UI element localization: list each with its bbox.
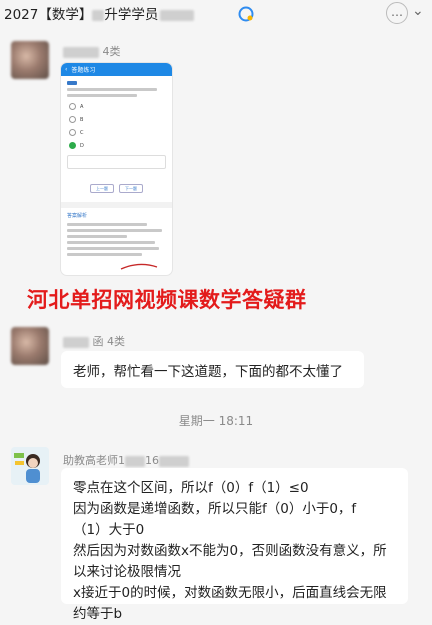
- blurred-text: [159, 455, 189, 467]
- watermark-overlay-text: 河北单招网视频课数学答疑群: [27, 288, 307, 312]
- message-line: x接近于0的时候，对数函数无限小，后面直线会无限: [73, 585, 387, 601]
- more-options-button[interactable]: …: [386, 2, 408, 24]
- message-line: 约等于b: [73, 606, 123, 622]
- question-tag: [67, 81, 77, 85]
- sender-name: 助教高老师1 16: [63, 452, 189, 468]
- next-question-button: 下一题: [119, 184, 144, 193]
- chat-title: 2027【数学】 升学学员: [4, 3, 195, 23]
- teacher-message-bubble[interactable]: 零点在这个区间，所以f（0）f（1）≤0 因为函数是递增函数，所以只能f（0）小…: [61, 468, 408, 622]
- teacher-avatar-icon: [11, 447, 49, 485]
- message-line: 零点在这个区间，所以f（0）f（1）≤0: [73, 480, 309, 496]
- option-a: A: [69, 103, 164, 110]
- blurred-text: [92, 9, 105, 21]
- sender-name: 函 4类: [63, 333, 125, 349]
- message-line: 以来讨论极限情况: [73, 564, 181, 580]
- red-underline: [120, 263, 158, 270]
- question-screenshot-image[interactable]: ‹ 答题练习 A B C D 上一题 下一题 答案解析: [61, 63, 172, 275]
- blurred-text: [125, 455, 145, 467]
- blurred-text: [63, 46, 99, 58]
- avatar[interactable]: [11, 41, 49, 79]
- message-line: 因为函数是递增函数，所以只能f（0）小于0，f: [73, 501, 357, 517]
- chevron-down-icon[interactable]: ⌄: [412, 3, 424, 19]
- message-line: （1）大于0: [73, 522, 145, 538]
- avatar[interactable]: [11, 327, 49, 365]
- option-d: D: [69, 142, 164, 149]
- avatar[interactable]: [11, 447, 49, 485]
- option-b: B: [69, 116, 164, 123]
- group-icon: [238, 6, 254, 22]
- message-line: 然后因为对数函数x不能为0，否则函数没有意义，所: [73, 543, 387, 559]
- option-c: C: [69, 129, 164, 136]
- timestamp: 星期一 18:11: [178, 414, 254, 428]
- title-bar: 2027【数学】 升学学员 … ⌄: [0, 0, 432, 30]
- phone-header: ‹ 答题练习: [61, 63, 172, 76]
- blurred-text: [63, 336, 89, 348]
- message-bubble[interactable]: 老师，帮忙看一下这道题，下面的都不太懂了: [61, 351, 364, 388]
- analysis-section-label: 答案解析: [67, 213, 88, 219]
- sender-name: 4类: [63, 43, 121, 59]
- prev-question-button: 上一题: [89, 184, 114, 193]
- blurred-text: [160, 9, 195, 21]
